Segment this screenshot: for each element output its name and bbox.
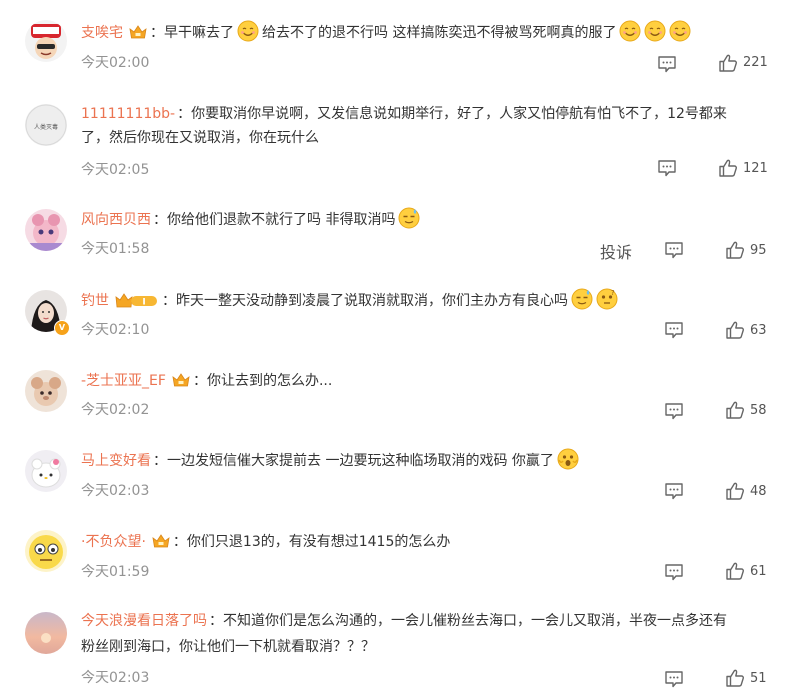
comment-content: ·不负众望· ：你们只退13的，有没有想过1415的怎么办 bbox=[81, 530, 779, 554]
avatar[interactable]: 人类灭毒 bbox=[25, 104, 67, 146]
like-count: 63 bbox=[750, 323, 767, 338]
like-count: 221 bbox=[743, 55, 768, 70]
reply-icon[interactable] bbox=[657, 159, 677, 177]
crown-badge-icon bbox=[172, 373, 190, 387]
separator: ： bbox=[153, 212, 167, 228]
like-count: 51 bbox=[750, 671, 767, 686]
like-icon[interactable] bbox=[725, 320, 745, 340]
like-icon[interactable] bbox=[718, 53, 738, 73]
avatar[interactable] bbox=[25, 20, 67, 62]
surprised-emoji-icon bbox=[557, 448, 579, 470]
avatar[interactable] bbox=[25, 450, 67, 492]
username[interactable]: 11111111bb- bbox=[81, 106, 175, 122]
separator: ： bbox=[172, 534, 187, 550]
crown-badge-icon bbox=[152, 534, 170, 548]
username[interactable]: 钓世 bbox=[81, 293, 109, 309]
separator: ： bbox=[162, 293, 176, 309]
comment-time: 今天02:00 bbox=[81, 55, 150, 71]
comment-text: 你要取消你早说啊，又发信息说如期举行，好了，人家又怕停航有怕飞不了，12号都来 bbox=[191, 106, 727, 122]
comment-text: 你让去到的怎么办... bbox=[206, 373, 333, 389]
level-badge-icon: I bbox=[115, 293, 157, 308]
comment-text: 你给他们退款不就行了吗 非得取消吗 bbox=[167, 212, 396, 228]
like-icon[interactable] bbox=[725, 668, 745, 688]
comment-content: 风向西贝西 ：你给他们退款不就行了吗 非得取消吗 bbox=[81, 207, 779, 232]
avatar[interactable] bbox=[25, 530, 67, 572]
like-count: 121 bbox=[743, 161, 768, 176]
comment-time: 今天02:03 bbox=[81, 483, 150, 499]
comment-time: 今天01:58 bbox=[81, 241, 150, 257]
like-icon[interactable] bbox=[725, 240, 745, 260]
reply-icon[interactable] bbox=[664, 321, 684, 339]
smile-emoji-icon bbox=[644, 20, 666, 42]
comment-content: -芝士亚亚_EF ：你让去到的怎么办... bbox=[81, 369, 779, 393]
comment-time: 今天01:59 bbox=[81, 564, 150, 580]
separator: ： bbox=[177, 106, 192, 122]
separator: ： bbox=[192, 373, 207, 389]
avatar[interactable] bbox=[25, 612, 67, 654]
sweat-emoji-icon bbox=[398, 207, 420, 229]
separator: ： bbox=[153, 453, 167, 469]
comment-text: 早干嘛去了 bbox=[164, 25, 234, 41]
reply-icon[interactable] bbox=[664, 670, 684, 688]
comment-content: 今天浪漫看日落了吗 ：不知道你们是怎么沟通的，一会儿催粉丝去海口，一会儿又取消，半… bbox=[81, 609, 779, 633]
reply-icon[interactable] bbox=[664, 563, 684, 581]
like-count: 95 bbox=[750, 243, 767, 258]
like-count: 61 bbox=[750, 564, 767, 579]
sweat-emoji-icon bbox=[571, 288, 593, 310]
svg-text:I: I bbox=[142, 298, 145, 308]
like-icon[interactable] bbox=[725, 561, 745, 581]
smile-emoji-icon bbox=[619, 20, 641, 42]
comment-time: 今天02:03 bbox=[81, 670, 150, 686]
smile-emoji-icon bbox=[237, 20, 259, 42]
comment-time: 今天02:02 bbox=[81, 402, 150, 418]
username[interactable]: 今天浪漫看日落了吗 bbox=[81, 613, 207, 629]
comment-text-continued: 给去不了的退不行吗 这样搞陈奕迅不得被骂死啊真的服了 bbox=[262, 25, 617, 41]
reply-icon[interactable] bbox=[664, 402, 684, 420]
comment-time: 今天02:05 bbox=[81, 162, 150, 178]
comment-text: 一边发短信催大家提前去 一边要玩这种临场取消的戏码 你赢了 bbox=[167, 453, 554, 469]
comment-content: 马上变好看 ：一边发短信催大家提前去 一边要玩这种临场取消的戏码 你赢了 bbox=[81, 448, 779, 473]
avatar-label: 人类灭毒 bbox=[34, 123, 58, 131]
crown-badge-icon bbox=[129, 25, 147, 39]
reply-icon[interactable] bbox=[657, 55, 677, 73]
username[interactable]: -芝士亚亚_EF bbox=[81, 373, 166, 389]
username[interactable]: 支唉宅 bbox=[81, 25, 123, 41]
report-button[interactable]: 投诉 bbox=[600, 239, 632, 263]
like-count: 58 bbox=[750, 403, 767, 418]
separator: ： bbox=[150, 25, 164, 41]
username[interactable]: 风向西贝西 bbox=[81, 212, 151, 228]
like-icon[interactable] bbox=[718, 158, 738, 178]
comment-text-line2: 粉丝刚到海口，你让他们一下机就看取消？？？ bbox=[81, 639, 375, 655]
username[interactable]: 马上变好看 bbox=[81, 453, 151, 469]
thinking-emoji-icon bbox=[596, 288, 618, 310]
comment-content: 支唉宅 ：早干嘛去了 给去不了的退不行吗 这样搞陈奕迅不得被骂死啊真的服了 bbox=[81, 20, 779, 45]
reply-icon[interactable] bbox=[664, 482, 684, 500]
comment-text: 不知道你们是怎么沟通的，一会儿催粉丝去海口，一会儿又取消，半夜一点多还有 bbox=[223, 613, 727, 629]
comment-time: 今天02:10 bbox=[81, 322, 150, 338]
smile-emoji-icon bbox=[669, 20, 691, 42]
like-count: 48 bbox=[750, 484, 767, 499]
like-icon[interactable] bbox=[725, 481, 745, 501]
like-icon[interactable] bbox=[725, 400, 745, 420]
comment-text: 你们只退13的，有没有想过1415的怎么办 bbox=[186, 534, 451, 550]
reply-icon[interactable] bbox=[664, 241, 684, 259]
comment-text: 昨天一整天没动静到凌晨了说取消就取消，你们主办方有良心吗 bbox=[176, 293, 568, 309]
comment-text-line2: 了，然后你现在又说取消，你在玩什么 bbox=[81, 130, 319, 146]
username[interactable]: ·不负众望· bbox=[81, 534, 146, 550]
comment-content: 钓世 I ：昨天一整天没动静到凌晨了说取消就取消，你们主办方有良心吗 bbox=[81, 288, 779, 313]
separator: ： bbox=[209, 613, 223, 629]
avatar[interactable] bbox=[25, 209, 67, 251]
comment-content: 11111111bb- ：你要取消你早说啊，又发信息说如期举行，好了，人家又怕停航… bbox=[81, 102, 779, 126]
verified-badge-icon: V bbox=[54, 320, 70, 336]
avatar[interactable] bbox=[25, 370, 67, 412]
